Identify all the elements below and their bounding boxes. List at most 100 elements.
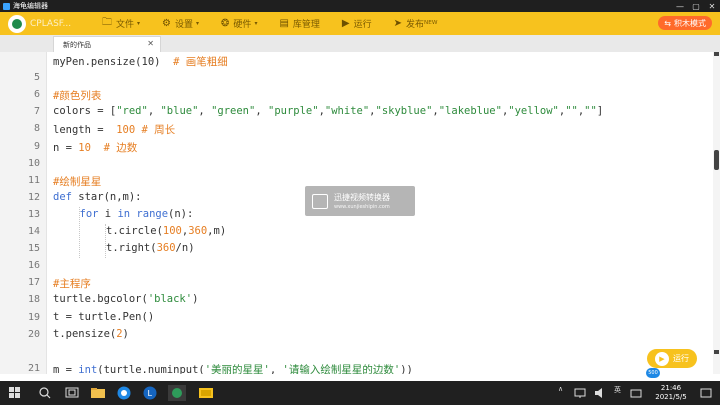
line-number: 20: [27, 328, 40, 340]
code-token: "lakeblue": [438, 105, 502, 118]
menu-item-0[interactable]: 🗀 文件 ▾: [102, 15, 140, 32]
turtle-icon: ❂: [221, 18, 230, 29]
line-number: 16: [27, 260, 40, 272]
app-l-icon[interactable]: L: [142, 385, 158, 401]
edge-browser-icon[interactable]: [116, 385, 132, 401]
file-explorer-icon[interactable]: [90, 385, 106, 401]
status-badge: 500: [646, 368, 660, 378]
line-number: 19: [27, 311, 40, 323]
search-icon[interactable]: [38, 385, 52, 401]
task-view-icon[interactable]: [64, 385, 80, 401]
code-token: (n):: [168, 207, 194, 220]
line-number: 9: [33, 140, 40, 152]
code-line: myPen.pensize(10) # 画笔粗细: [53, 54, 228, 69]
line-number: 13: [27, 208, 40, 220]
code-token: "green": [211, 105, 256, 118]
menu-item-5[interactable]: ➤ 发布ᴺᴱᵂ: [394, 17, 438, 30]
system-clock[interactable]: 21:46 2021/5/5: [649, 384, 693, 402]
code-token: myPen.pensize(10): [53, 56, 174, 68]
keyboard-icon[interactable]: [630, 387, 642, 403]
code-token: range: [136, 207, 169, 220]
menu-item-label: 文件: [116, 20, 135, 30]
code-token: #绘制星星: [53, 175, 102, 188]
tab-new-work[interactable]: 新的作品 ✕: [53, 36, 161, 52]
line-number: 5: [33, 72, 40, 84]
code-token: length =: [53, 124, 117, 137]
code-token: ,m): [207, 225, 227, 237]
code-line: t.circle(100,360,m): [106, 225, 226, 237]
menu-item-4[interactable]: ▶ 运行: [342, 17, 372, 30]
ime-indicator[interactable]: 英: [614, 385, 621, 395]
code-token: "purple": [268, 105, 319, 118]
code-token: "blue": [160, 105, 199, 118]
chevron-down-icon: ▾: [137, 20, 141, 27]
menu-item-label: 库管理: [292, 20, 320, 30]
menu-item-label: 硬件: [233, 20, 252, 30]
code-line: t = turtle.Pen(): [53, 311, 154, 323]
project-name[interactable]: CPLASF...: [30, 19, 80, 29]
menu-item-label: 发布ᴺᴱᵂ: [406, 20, 438, 30]
line-number: 7: [33, 106, 40, 118]
line-number: 12: [27, 191, 40, 203]
screen-recorder-icon[interactable]: [198, 385, 214, 401]
code-token: i: [98, 207, 118, 220]
code-token: )): [400, 363, 413, 374]
close-window-button[interactable]: ✕: [704, 2, 720, 11]
tab-close-icon[interactable]: ✕: [147, 39, 154, 48]
code-token: star(n,m):: [71, 190, 142, 203]
blocks-mode-label: 积木模式: [674, 18, 706, 28]
gear-icon: ⚙: [162, 18, 171, 29]
app-logo[interactable]: [8, 14, 26, 33]
code-token: "skyblue": [375, 105, 433, 118]
main-toolbar: CPLASF... 🗀 文件 ▾ ⚙ 设置 ▾ ❂ 硬件 ▾ ▤ 库管理 ▶ 运行 ➤ 发布ᴺᴱᵂ ⇆ 积木…: [0, 12, 720, 35]
turtle-editor-taskbar-icon[interactable]: [168, 385, 186, 401]
line-number: 8: [33, 123, 40, 135]
run-button-label: 运行: [673, 354, 689, 363]
scrollbar-thumb[interactable]: [714, 150, 719, 170]
tab-label: 新的作品: [63, 41, 91, 49]
scroll-marker: [714, 350, 719, 354]
code-token: "white": [324, 105, 370, 118]
code-line: for i in range(n):: [80, 208, 194, 220]
clock-time: 21:46: [660, 384, 682, 392]
maximize-button[interactable]: ▢: [688, 2, 704, 11]
svg-text:L: L: [148, 389, 153, 398]
run-button[interactable]: ▶ 运行: [647, 349, 697, 368]
vertical-scrollbar[interactable]: [713, 52, 720, 374]
menu-item-1[interactable]: ⚙ 设置 ▾: [162, 17, 199, 30]
blocks-icon: ⇆: [664, 18, 671, 28]
scroll-marker: [714, 52, 719, 56]
code-token: n =: [53, 141, 79, 154]
code-token: def: [53, 190, 72, 203]
code-token: 100: [116, 124, 136, 137]
menu-item-2[interactable]: ❂ 硬件 ▾: [221, 17, 257, 30]
code-line: colors = ["red", "blue", "green", "purpl…: [53, 105, 603, 117]
code-token: ): [192, 293, 199, 306]
file-icon: 🗀: [102, 17, 112, 28]
windows-start-icon[interactable]: [8, 385, 22, 401]
code-token: t.circle(: [106, 225, 163, 237]
tray-expand-icon[interactable]: ∧: [558, 385, 563, 393]
code-token: ,: [147, 105, 161, 118]
app-icon: [3, 2, 10, 10]
network-icon[interactable]: [574, 387, 586, 403]
chevron-down-icon: ▾: [254, 20, 258, 27]
line-number: 11: [27, 174, 40, 186]
minimize-button[interactable]: —: [672, 2, 688, 11]
watermark-subtitle: www.xunjieshipin.com: [334, 204, 390, 210]
volume-icon[interactable]: [594, 387, 606, 403]
watermark-logo-icon: [312, 194, 328, 209]
code-line: #颜色列表: [53, 88, 101, 103]
line-number: 10: [27, 157, 40, 169]
code-token: in: [117, 207, 131, 220]
code-token: m =: [53, 363, 79, 374]
code-line: turtle.bgcolor('black'): [53, 293, 198, 305]
code-token: #主程序: [53, 278, 91, 291]
library-icon: ▤: [279, 18, 289, 29]
menu-item-3[interactable]: ▤ 库管理: [279, 17, 319, 30]
code-token: ]: [596, 105, 604, 118]
run-icon: ▶: [341, 18, 350, 29]
code-token: (turtle.numinput(: [97, 363, 205, 374]
notification-icon[interactable]: [700, 387, 712, 403]
blocks-mode-button[interactable]: ⇆ 积木模式: [658, 16, 712, 30]
